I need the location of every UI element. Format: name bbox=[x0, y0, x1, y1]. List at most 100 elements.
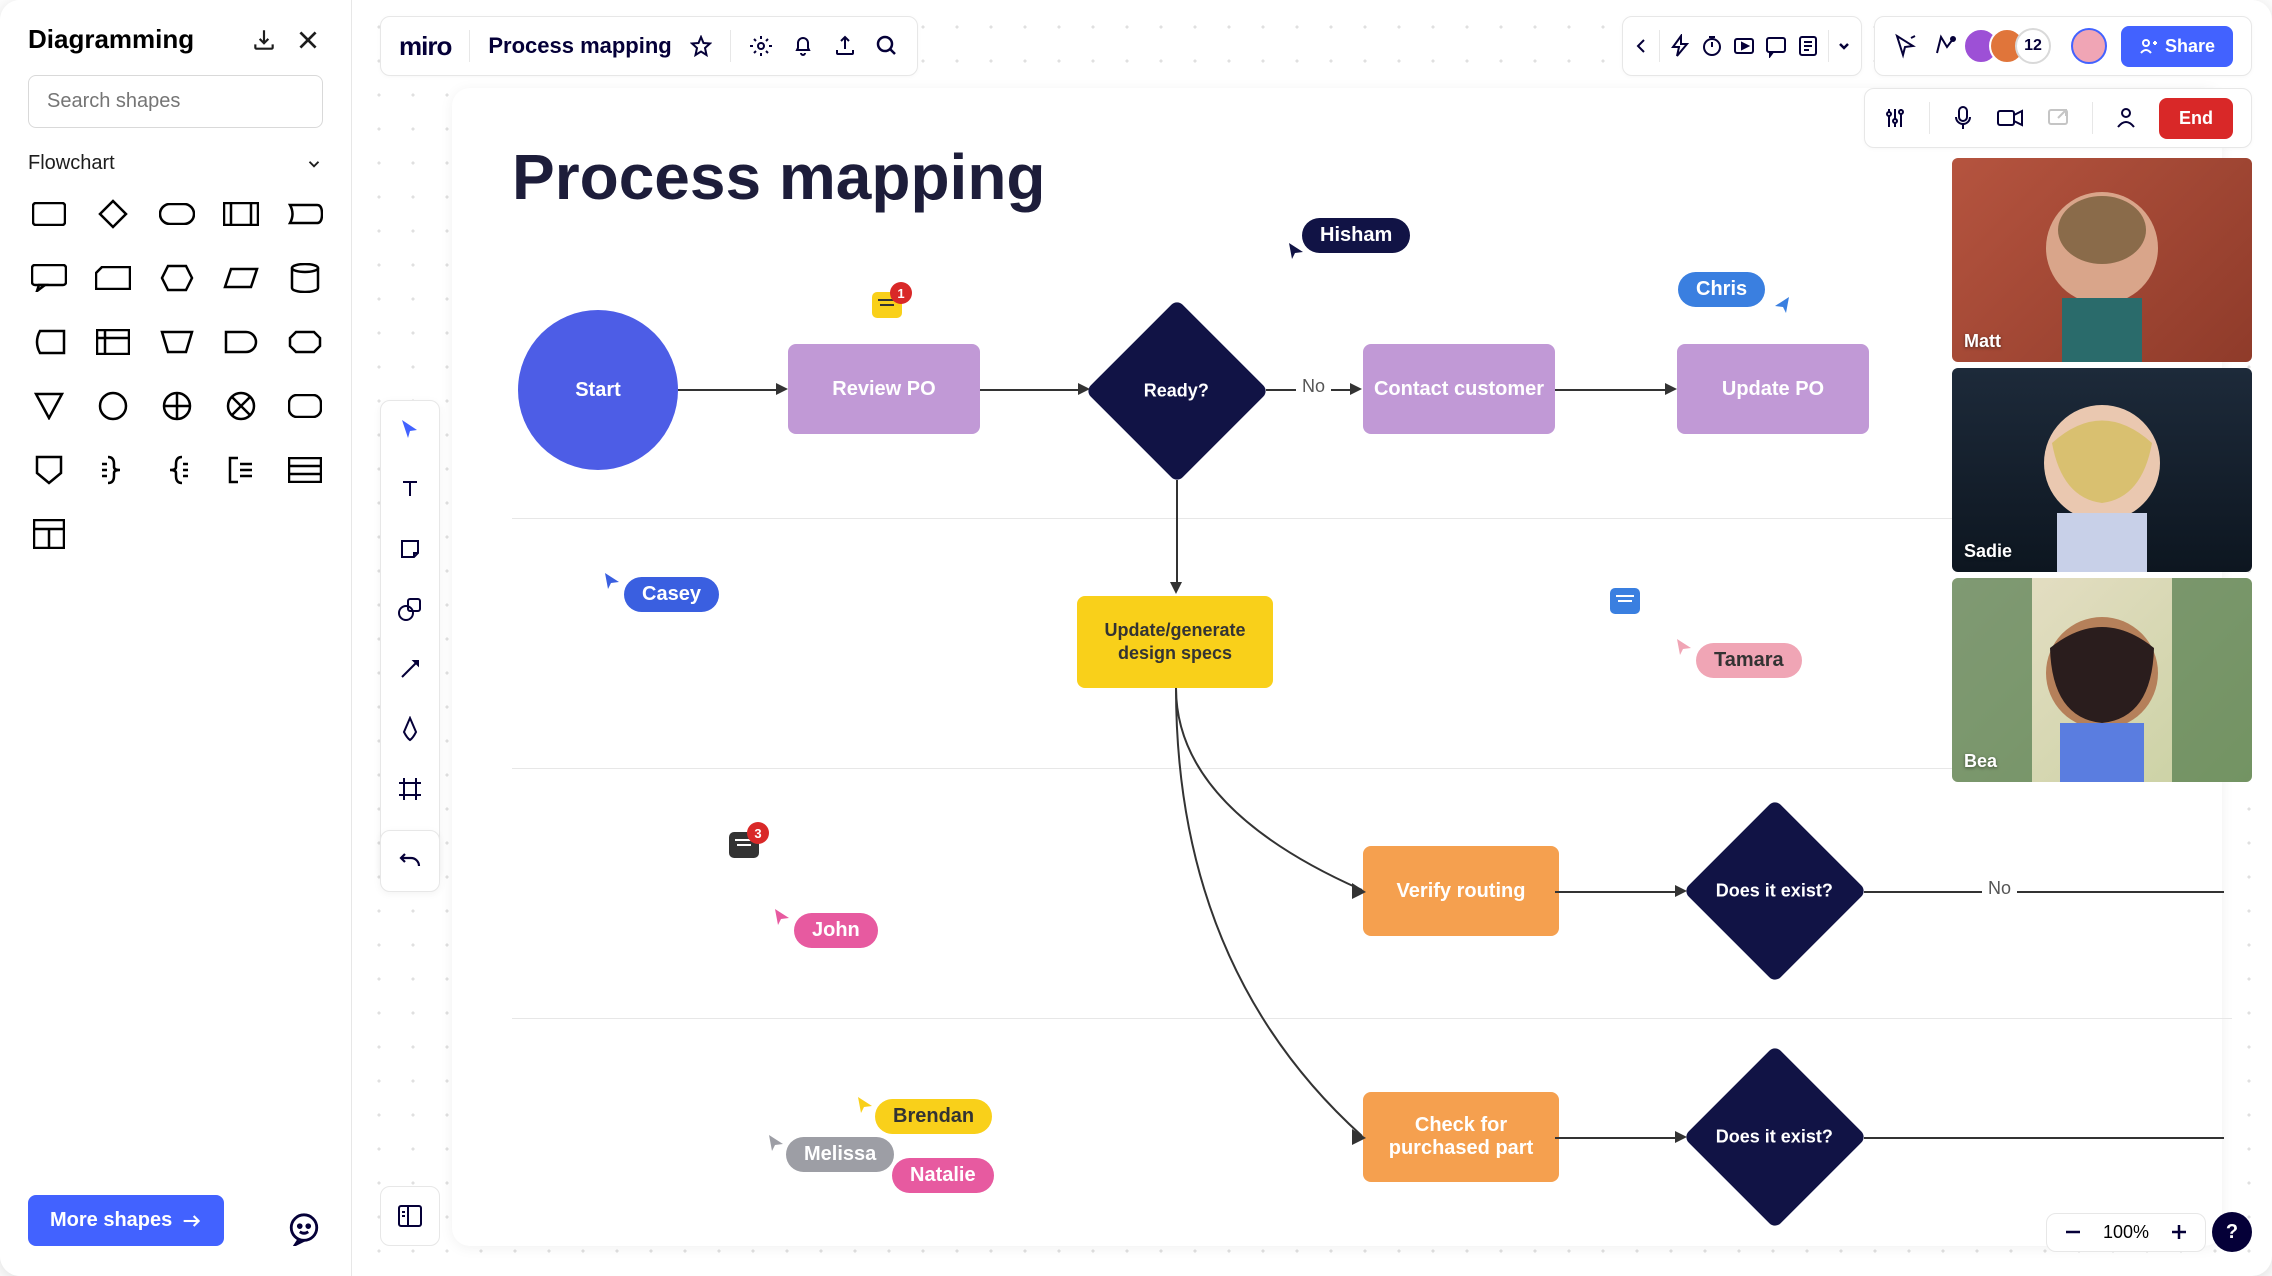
shape-brace-left[interactable] bbox=[156, 449, 198, 491]
shape-delay[interactable] bbox=[220, 321, 262, 363]
node-update-po[interactable]: Update PO bbox=[1677, 344, 1869, 434]
tool-frame[interactable] bbox=[394, 773, 426, 805]
end-call-button[interactable]: End bbox=[2159, 98, 2233, 139]
screen-share-icon[interactable] bbox=[2046, 106, 2070, 130]
shape-list[interactable] bbox=[284, 449, 326, 491]
arrow-right-icon bbox=[182, 1213, 202, 1229]
avatar-count[interactable]: 12 bbox=[2015, 28, 2051, 64]
tool-connector[interactable] bbox=[394, 653, 426, 685]
bolt-icon[interactable] bbox=[1668, 34, 1692, 58]
shape-parallelogram[interactable] bbox=[220, 257, 262, 299]
avatar-self[interactable] bbox=[2071, 28, 2107, 64]
sliders-icon[interactable] bbox=[1883, 106, 1907, 130]
zoom-in-icon[interactable] bbox=[2169, 1222, 2189, 1242]
connector bbox=[1176, 480, 1178, 584]
bell-icon[interactable] bbox=[791, 34, 815, 58]
chevron-left-icon[interactable] bbox=[1633, 37, 1651, 55]
shape-merge[interactable] bbox=[28, 385, 70, 427]
connector bbox=[1555, 389, 1667, 391]
shape-annotation[interactable] bbox=[220, 449, 262, 491]
shape-hexagon[interactable] bbox=[156, 257, 198, 299]
node-update-specs[interactable]: Update/generate design specs bbox=[1077, 596, 1273, 688]
import-icon[interactable] bbox=[249, 25, 279, 55]
shape-brace-right[interactable] bbox=[92, 449, 134, 491]
connector bbox=[1555, 1137, 1677, 1139]
shape-or[interactable] bbox=[156, 385, 198, 427]
shape-predefined[interactable] bbox=[220, 193, 262, 235]
help-button[interactable]: ? bbox=[2212, 1212, 2252, 1252]
shape-stored-data[interactable] bbox=[28, 321, 70, 363]
node-check-part[interactable]: Check for purchased part bbox=[1363, 1092, 1559, 1182]
feedback-icon[interactable] bbox=[287, 1212, 321, 1246]
comment-badge[interactable]: 1 bbox=[872, 292, 902, 318]
tool-undo[interactable] bbox=[394, 845, 426, 877]
timer-icon[interactable] bbox=[1700, 34, 1724, 58]
cursor-melissa: Melissa bbox=[766, 1132, 894, 1176]
video-tile[interactable]: Sadie bbox=[1952, 368, 2252, 572]
shape-summing[interactable] bbox=[220, 385, 262, 427]
zoom-out-icon[interactable] bbox=[2063, 1222, 2083, 1242]
cursor-hisham: Hisham bbox=[1286, 210, 1410, 260]
star-icon[interactable] bbox=[690, 35, 712, 57]
shape-loop-limit[interactable] bbox=[284, 321, 326, 363]
connector bbox=[678, 389, 778, 391]
shape-card[interactable] bbox=[92, 257, 134, 299]
more-shapes-button[interactable]: More shapes bbox=[28, 1195, 224, 1246]
node-review-po[interactable]: Review PO bbox=[788, 344, 980, 434]
node-verify-routing[interactable]: Verify routing bbox=[1363, 846, 1559, 936]
person-plus-icon bbox=[2139, 37, 2157, 55]
tool-text[interactable] bbox=[394, 473, 426, 505]
miro-logo[interactable]: miro bbox=[399, 31, 451, 62]
arrow-head-icon bbox=[1078, 383, 1090, 395]
node-start[interactable]: Start bbox=[518, 310, 678, 470]
mic-icon[interactable] bbox=[1952, 105, 1974, 131]
tool-shapes[interactable] bbox=[394, 593, 426, 625]
video-tile[interactable]: Bea bbox=[1952, 578, 2252, 782]
connector-curve bbox=[1176, 688, 1376, 1144]
tool-pen[interactable] bbox=[394, 713, 426, 745]
share-button[interactable]: Share bbox=[2121, 26, 2233, 67]
arrow-head-icon bbox=[1675, 885, 1687, 897]
comment-badge[interactable] bbox=[1610, 588, 1640, 614]
settings-icon[interactable] bbox=[749, 34, 773, 58]
present-icon[interactable] bbox=[1732, 34, 1756, 58]
notes-icon[interactable] bbox=[1796, 34, 1820, 58]
shape-connector-circle[interactable] bbox=[92, 385, 134, 427]
connector bbox=[1864, 1137, 2224, 1139]
shape-callout[interactable] bbox=[28, 257, 70, 299]
panel-toggle-button[interactable] bbox=[380, 1186, 440, 1246]
comment-badge[interactable]: 3 bbox=[729, 832, 759, 858]
cursor-brendan: Brendan bbox=[855, 1094, 992, 1138]
video-tile[interactable]: Matt bbox=[1952, 158, 2252, 362]
cursor-tamara: Tamara bbox=[1674, 636, 1802, 684]
tool-sticky[interactable] bbox=[394, 533, 426, 565]
shape-alt-process[interactable] bbox=[284, 385, 326, 427]
edge-label-no: No bbox=[1982, 878, 2017, 899]
shape-manual-op[interactable] bbox=[156, 321, 198, 363]
cursor-follow-icon[interactable] bbox=[1893, 33, 1919, 59]
shape-display[interactable] bbox=[284, 193, 326, 235]
category-flowchart[interactable]: Flowchart bbox=[28, 152, 323, 175]
shape-terminator[interactable] bbox=[156, 193, 198, 235]
search-icon[interactable] bbox=[875, 34, 899, 58]
shape-diamond[interactable] bbox=[92, 193, 134, 235]
shape-internal-storage[interactable] bbox=[92, 321, 134, 363]
top-bar: miro Process mapping 12 Share bbox=[380, 16, 2252, 76]
video-icon[interactable] bbox=[1996, 107, 2024, 129]
node-contact-customer[interactable]: Contact customer bbox=[1363, 344, 1555, 434]
search-shapes-input[interactable] bbox=[28, 75, 323, 128]
chevron-down-icon bbox=[305, 155, 323, 173]
shape-offpage[interactable] bbox=[28, 449, 70, 491]
chevron-down-icon[interactable] bbox=[1837, 39, 1851, 53]
reactions-icon[interactable] bbox=[1933, 33, 1959, 59]
close-icon[interactable] bbox=[293, 25, 323, 55]
comment-icon[interactable] bbox=[1764, 34, 1788, 58]
zoom-level[interactable]: 100% bbox=[2103, 1222, 2149, 1243]
board-name[interactable]: Process mapping bbox=[488, 33, 671, 59]
shape-cylinder[interactable] bbox=[284, 257, 326, 299]
tool-select[interactable] bbox=[394, 413, 426, 445]
export-icon[interactable] bbox=[833, 34, 857, 58]
shape-rectangle[interactable] bbox=[28, 193, 70, 235]
shape-table[interactable] bbox=[28, 513, 70, 555]
participants-icon[interactable] bbox=[2115, 106, 2137, 130]
